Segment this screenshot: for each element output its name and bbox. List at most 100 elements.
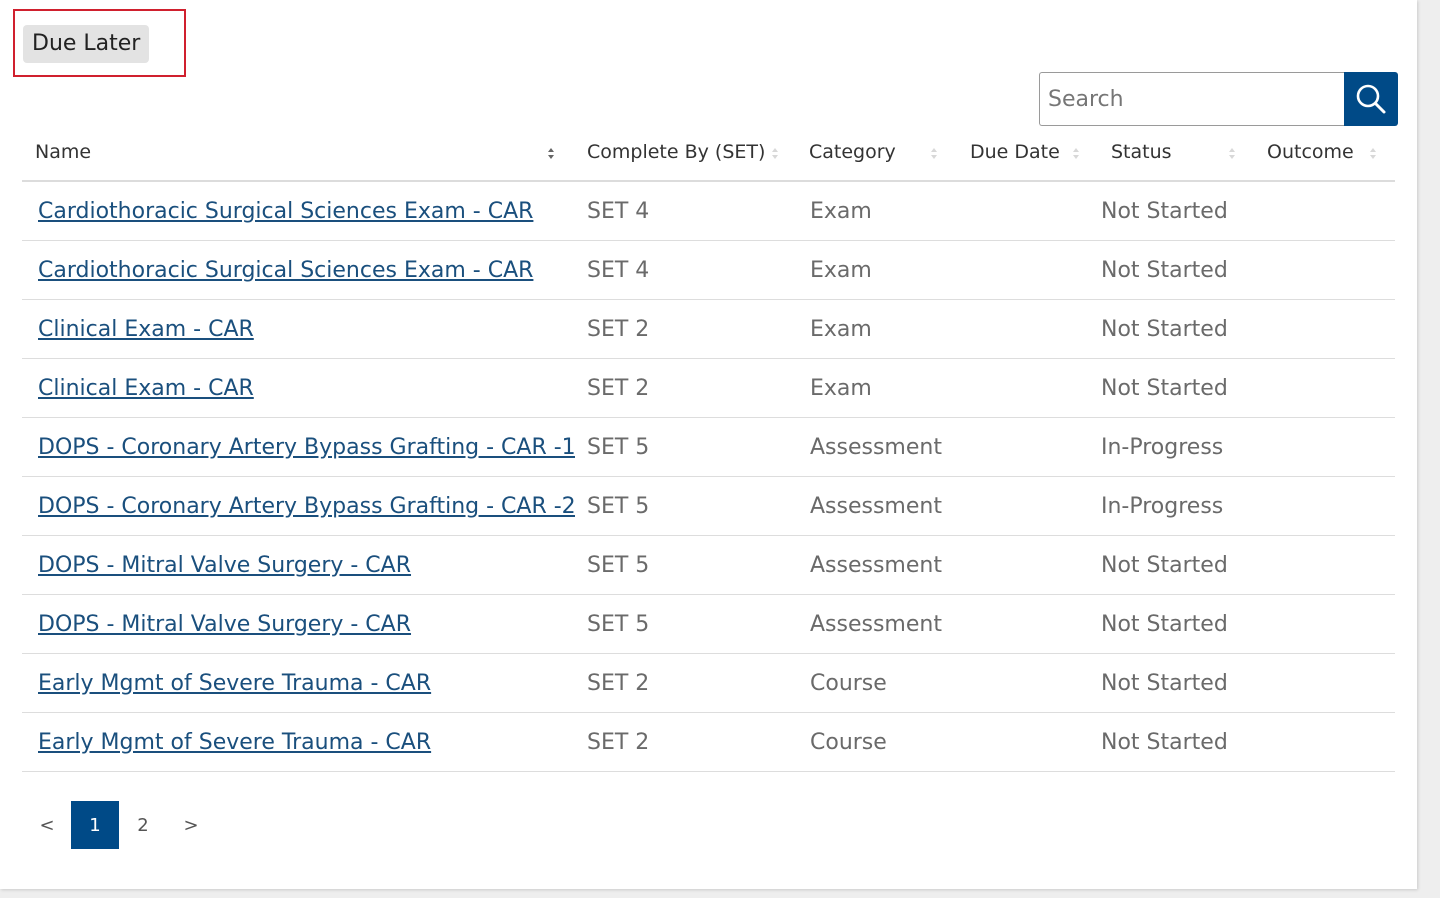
cell-due-date [958,476,1098,536]
column-label: Due Date [970,141,1060,163]
cell-category: Exam [797,240,958,300]
activity-link[interactable]: DOPS - Mitral Valve Surgery - CAR [38,553,411,578]
pagination: < 1 2 > [23,801,215,849]
column-label: Name [35,141,92,163]
table-header: Name Complete By (SET) Category Due Date… [22,126,1395,182]
cell-due-date [958,535,1098,595]
cell-status: In-Progress [1098,476,1255,536]
table-row: DOPS - Coronary Artery Bypass Grafting -… [22,417,1395,477]
cell-complete-by: SET 5 [575,417,797,477]
page-1-button[interactable]: 1 [71,801,119,849]
cell-outcome [1255,535,1395,595]
table-row: Cardiothoracic Surgical Sciences Exam - … [22,181,1395,241]
table-row: Early Mgmt of Severe Trauma - CAR SET 2 … [22,653,1395,713]
cell-category: Exam [797,181,958,241]
cell-due-date [958,594,1098,654]
cell-due-date [958,181,1098,241]
column-label: Status [1111,141,1172,163]
cell-name: DOPS - Coronary Artery Bypass Grafting -… [22,476,575,536]
table-row: Clinical Exam - CAR SET 2 Exam Not Start… [22,358,1395,418]
cell-category: Assessment [797,476,958,536]
column-header-due-date[interactable]: Due Date [958,126,1098,182]
cell-category: Assessment [797,417,958,477]
sort-icon[interactable] [548,143,556,163]
search-icon [1356,84,1386,114]
column-label: Category [809,141,896,163]
sort-icon[interactable] [772,143,780,163]
activity-link[interactable]: Cardiothoracic Surgical Sciences Exam - … [38,199,533,224]
cell-complete-by: SET 2 [575,358,797,418]
cell-outcome [1255,594,1395,654]
activity-link[interactable]: DOPS - Coronary Artery Bypass Grafting -… [38,494,575,519]
cell-outcome [1255,653,1395,713]
activity-link[interactable]: DOPS - Mitral Valve Surgery - CAR [38,612,411,637]
cell-status: Not Started [1098,181,1255,241]
column-header-category[interactable]: Category [797,126,958,182]
cell-name: Cardiothoracic Surgical Sciences Exam - … [22,181,575,241]
activities-table: Name Complete By (SET) Category Due Date… [22,126,1395,772]
column-header-complete-by[interactable]: Complete By (SET) [575,126,797,182]
cell-outcome [1255,417,1395,477]
due-later-panel: Due Later Name Compl [0,0,1417,889]
cell-name: Clinical Exam - CAR [22,358,575,418]
page-2-button[interactable]: 2 [119,801,167,849]
next-page-button[interactable]: > [167,801,215,849]
sort-icon[interactable] [931,143,939,163]
cell-status: In-Progress [1098,417,1255,477]
search-button[interactable] [1344,72,1398,126]
table-row: Clinical Exam - CAR SET 2 Exam Not Start… [22,299,1395,359]
activity-link[interactable]: Early Mgmt of Severe Trauma - CAR [38,730,431,755]
column-label: Outcome [1267,141,1354,163]
cell-category: Exam [797,358,958,418]
cell-name: Clinical Exam - CAR [22,299,575,359]
search-input[interactable] [1039,72,1345,126]
cell-due-date [958,712,1098,772]
cell-outcome [1255,712,1395,772]
cell-name: DOPS - Coronary Artery Bypass Grafting -… [22,417,575,477]
column-header-outcome[interactable]: Outcome [1255,126,1395,182]
cell-status: Not Started [1098,358,1255,418]
cell-outcome [1255,240,1395,300]
cell-due-date [958,653,1098,713]
sort-icon[interactable] [1229,143,1237,163]
cell-complete-by: SET 2 [575,712,797,772]
cell-category: Course [797,712,958,772]
cell-status: Not Started [1098,240,1255,300]
due-later-tab[interactable]: Due Later [23,25,150,63]
column-header-name[interactable]: Name [22,126,575,182]
activity-link[interactable]: Clinical Exam - CAR [38,317,254,342]
activity-link[interactable]: Cardiothoracic Surgical Sciences Exam - … [38,258,533,283]
cell-name: Early Mgmt of Severe Trauma - CAR [22,653,575,713]
cell-complete-by: SET 5 [575,476,797,536]
cell-complete-by: SET 2 [575,653,797,713]
table-row: DOPS - Mitral Valve Surgery - CAR SET 5 … [22,594,1395,654]
cell-due-date [958,417,1098,477]
cell-outcome [1255,358,1395,418]
cell-complete-by: SET 4 [575,181,797,241]
cell-name: DOPS - Mitral Valve Surgery - CAR [22,535,575,595]
activity-link[interactable]: DOPS - Coronary Artery Bypass Grafting -… [38,435,575,460]
cell-category: Course [797,653,958,713]
sort-icon[interactable] [1073,143,1081,163]
cell-category: Assessment [797,535,958,595]
activity-link[interactable]: Early Mgmt of Severe Trauma - CAR [38,671,431,696]
cell-name: DOPS - Mitral Valve Surgery - CAR [22,594,575,654]
search-bar [1039,72,1398,126]
cell-complete-by: SET 4 [575,240,797,300]
cell-status: Not Started [1098,653,1255,713]
cell-status: Not Started [1098,594,1255,654]
cell-due-date [958,240,1098,300]
prev-page-button[interactable]: < [23,801,71,849]
column-header-status[interactable]: Status [1098,126,1255,182]
cell-outcome [1255,181,1395,241]
cell-due-date [958,358,1098,418]
activity-link[interactable]: Clinical Exam - CAR [38,376,254,401]
cell-complete-by: SET 2 [575,299,797,359]
cell-outcome [1255,299,1395,359]
cell-due-date [958,299,1098,359]
cell-status: Not Started [1098,535,1255,595]
cell-complete-by: SET 5 [575,535,797,595]
table-row: DOPS - Mitral Valve Surgery - CAR SET 5 … [22,535,1395,595]
sort-icon[interactable] [1370,143,1378,163]
column-label: Complete By (SET) [587,141,766,163]
